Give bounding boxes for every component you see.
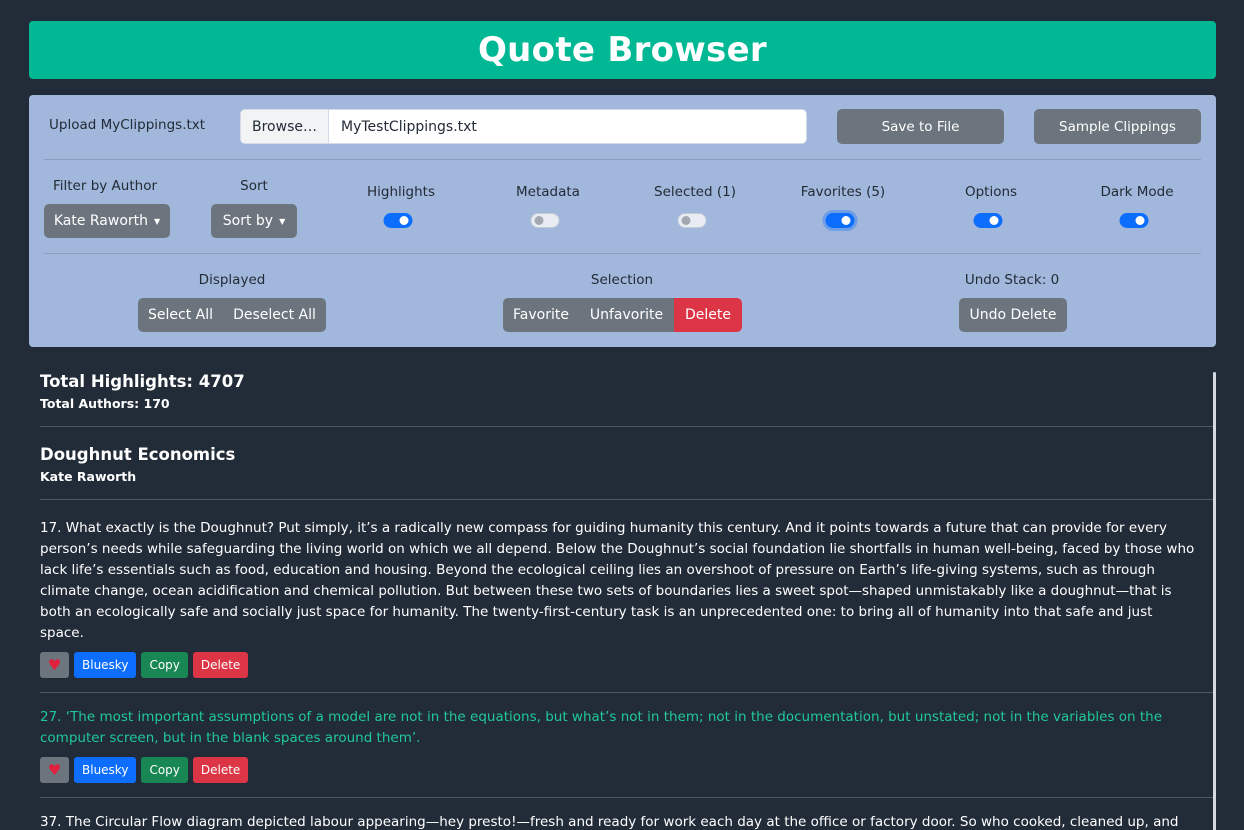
upload-label: Upload MyClippings.txt (49, 117, 206, 133)
caret-down-icon: ▼ (279, 216, 286, 226)
total-highlights: Total Highlights: 4707 (40, 372, 245, 391)
filter-author-label: Filter by Author (52, 178, 158, 194)
selected-toggle[interactable] (677, 213, 707, 228)
favorites-label: Favorites (5) (800, 184, 886, 200)
file-name: MyTestClippings.txt (341, 118, 477, 135)
sample-clippings-button[interactable]: Sample Clippings (1034, 109, 1201, 144)
favorites-toggle[interactable] (825, 213, 855, 228)
heart-icon[interactable]: ♥ (40, 757, 69, 783)
divider (40, 692, 1216, 693)
author-dropdown[interactable]: Kate Raworth ▼ (44, 204, 170, 238)
divider (40, 426, 1216, 427)
delete-selection-button[interactable]: Delete (674, 298, 742, 332)
total-authors: Total Authors: 170 (40, 396, 170, 411)
page-title: Quote Browser (477, 30, 768, 70)
heart-icon[interactable]: ♥ (40, 652, 69, 678)
sort-dropdown-value: Sort by (222, 213, 274, 229)
copy-button[interactable]: Copy (141, 757, 188, 783)
quote-text[interactable]: 37. The Circular Flow diagram depicted l… (40, 812, 1205, 830)
author-dropdown-value: Kate Raworth (53, 213, 149, 229)
undo-stack-label: Undo Stack: 0 (964, 272, 1060, 288)
metadata-label: Metadata (516, 184, 580, 200)
dark-mode-toggle[interactable] (1119, 213, 1149, 228)
browse-button[interactable]: Browse… (241, 110, 329, 143)
divider (40, 797, 1216, 798)
book-title: Doughnut Economics (40, 445, 236, 464)
scrollbar[interactable] (1213, 372, 1216, 830)
book-author: Kate Raworth (40, 469, 137, 484)
app-header: Quote Browser (29, 21, 1216, 79)
delete-button[interactable]: Delete (192, 652, 249, 678)
displayed-button-group: Select All Deselect All (138, 298, 326, 332)
caret-down-icon: ▼ (154, 216, 161, 226)
unfavorite-button[interactable]: Unfavorite (579, 298, 674, 332)
bluesky-button[interactable]: Bluesky (74, 652, 137, 678)
selection-button-group: Favorite Unfavorite Delete (503, 298, 742, 332)
undo-delete-button[interactable]: Undo Delete (959, 298, 1067, 332)
sort-label: Sort (240, 178, 268, 194)
highlights-label: Highlights (367, 184, 435, 200)
deselect-all-button[interactable]: Deselect All (223, 298, 326, 332)
options-label: Options (964, 184, 1018, 200)
selection-label: Selection (590, 272, 654, 288)
options-toggle[interactable] (973, 213, 1003, 228)
highlights-toggle[interactable] (383, 213, 413, 228)
favorite-button[interactable]: Favorite (503, 298, 579, 332)
quote-text[interactable]: 17. What exactly is the Doughnut? Put si… (40, 518, 1205, 644)
copy-button[interactable]: Copy (141, 652, 188, 678)
displayed-label: Displayed (198, 272, 266, 288)
divider (40, 499, 1216, 500)
bluesky-button[interactable]: Bluesky (74, 757, 137, 783)
save-to-file-button[interactable]: Save to File (837, 109, 1004, 144)
quote-list: Total Highlights: 4707 Total Authors: 17… (29, 360, 1216, 830)
divider (44, 253, 1201, 254)
delete-button[interactable]: Delete (192, 757, 249, 783)
quote-actions: ♥ Bluesky Copy Delete (40, 652, 1205, 678)
quote-text-selected[interactable]: 27. ‘The most important assumptions of a… (40, 707, 1205, 749)
selected-label: Selected (1) (654, 184, 736, 200)
metadata-toggle[interactable] (530, 213, 560, 228)
divider (44, 159, 1201, 160)
quote-actions: ♥ Bluesky Copy Delete (40, 757, 1205, 783)
control-panel: Upload MyClippings.txt Browse… MyTestCli… (29, 95, 1216, 347)
select-all-button[interactable]: Select All (138, 298, 223, 332)
dark-mode-label: Dark Mode (1100, 184, 1174, 200)
file-input[interactable]: Browse… MyTestClippings.txt (240, 109, 807, 144)
sort-dropdown[interactable]: Sort by ▼ (211, 204, 297, 238)
